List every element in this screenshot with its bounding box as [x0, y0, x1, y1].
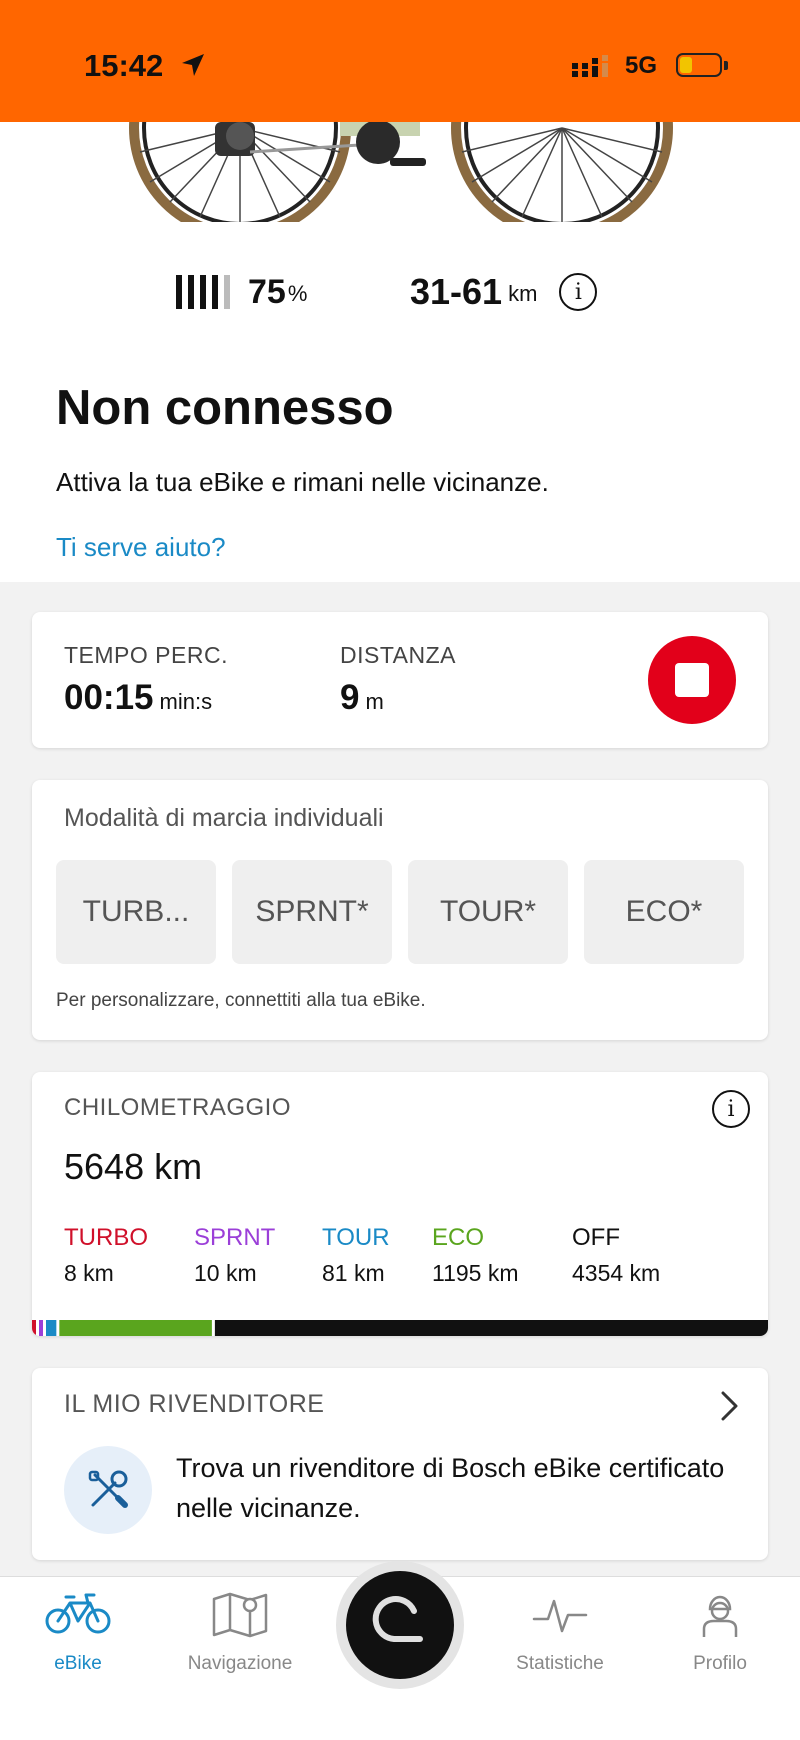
range-unit: km — [508, 281, 538, 306]
odometer-mode-sprint: SPRNT 10 km — [194, 1224, 275, 1287]
status-bar: 15:42 5G — [0, 0, 800, 122]
ride-time-unit: min:s — [159, 689, 213, 714]
chevron-right-icon — [721, 1391, 738, 1421]
status-time: 15:42 — [84, 48, 164, 83]
odometer-bar-segment-off — [214, 1320, 768, 1336]
battery-level-icon — [176, 275, 230, 309]
odometer-mode-name: ECO — [432, 1224, 485, 1251]
user-helmet-icon — [702, 1595, 738, 1637]
odometer-info-icon[interactable]: i — [712, 1090, 750, 1128]
tab-profile-label: Profilo — [693, 1653, 747, 1674]
signal-icon — [572, 55, 608, 77]
network-label: 5G — [625, 52, 658, 79]
map-pin-icon — [212, 1592, 268, 1638]
range-value: 31-61 — [410, 271, 503, 312]
location-arrow-icon — [182, 54, 204, 76]
ride-time: 00:15 min:s — [64, 678, 212, 718]
range-indicator: 31-61 km i — [410, 271, 598, 312]
mode-button-sprint[interactable]: SPRNT* — [232, 860, 392, 964]
ride-distance-unit: m — [365, 689, 384, 714]
stop-icon — [675, 663, 709, 697]
ride-distance-label: DISTANZA — [340, 642, 457, 668]
odometer-mode-km: 8 km — [64, 1260, 114, 1286]
tab-navigation-label: Navigazione — [187, 1653, 293, 1674]
odometer-mode-name: SPRNT — [194, 1224, 276, 1251]
ride-time-label: TEMPO PERC. — [64, 642, 228, 668]
ride-time-value: 00:15 — [64, 678, 154, 717]
bike-icon — [45, 1593, 111, 1634]
odometer-mode-km: 1195 km — [432, 1260, 519, 1286]
range-info-icon[interactable]: i — [559, 273, 598, 311]
odometer-mode-tour: TOUR 81 km — [322, 1224, 390, 1287]
odometer-mode-km: 10 km — [194, 1260, 257, 1286]
stop-ride-button[interactable] — [648, 636, 736, 724]
odometer-mode-name: TURBO — [64, 1224, 148, 1251]
ride-distance-value: 9 — [340, 678, 360, 717]
tab-ebike[interactable]: eBike — [8, 1577, 148, 1707]
ride-logo-icon — [372, 1596, 423, 1642]
bottom-tab-bar: eBike Navigazione Statistiche Profilo — [0, 1561, 800, 1740]
odometer-mode-km: 4354 km — [572, 1260, 661, 1286]
odometer-bar-segment-sprnt — [39, 1320, 43, 1336]
battery-indicator: 75 % — [176, 272, 307, 312]
odometer-mode-eco: ECO 1195 km — [432, 1224, 519, 1287]
odometer-mode-off: OFF 4354 km — [572, 1224, 660, 1287]
tab-statistics-label: Statistiche — [516, 1653, 604, 1674]
odometer-bar-segment-turbo — [32, 1320, 36, 1336]
odometer-title: CHILOMETRAGGIO — [64, 1094, 292, 1121]
bike-overview: 75 % 31-61 km i Non connesso Attiva la t… — [0, 122, 800, 582]
odometer-total: 5648 km — [64, 1146, 203, 1187]
odometer-card: CHILOMETRAGGIO i 5648 km TURBO 8 km SPRN… — [32, 1072, 768, 1336]
battery-percent: 75 — [248, 272, 286, 311]
tools-icon — [64, 1446, 152, 1534]
ride-distance: 9m — [340, 678, 384, 718]
tab-navigation[interactable]: Navigazione — [170, 1577, 310, 1707]
help-link[interactable]: Ti serve aiuto? — [56, 532, 226, 563]
dealer-title: IL MIO RIVENDITORE — [64, 1390, 325, 1418]
odometer-mode-km: 81 km — [322, 1260, 385, 1286]
tab-ebike-label: eBike — [54, 1653, 102, 1674]
odometer-distribution-bar — [32, 1320, 768, 1336]
mode-button-tour[interactable]: TOUR* — [408, 860, 568, 964]
battery-unit: % — [287, 281, 308, 306]
ride-card: TEMPO PERC. 00:15 min:s DISTANZA 9m — [32, 612, 768, 748]
dealer-text: Trova un rivenditore di Bosch eBike cert… — [176, 1453, 725, 1523]
battery-icon — [676, 53, 722, 77]
tab-profile[interactable]: Profilo — [650, 1577, 790, 1707]
modes-note: Per personalizzare, connettiti alla tua … — [56, 990, 426, 1011]
riding-modes-card: Modalità di marcia individuali TURB... S… — [32, 780, 768, 1040]
connection-subtitle: Attiva la tua eBike e rimani nelle vicin… — [56, 467, 549, 497]
ride-center-button[interactable] — [336, 1561, 464, 1689]
odometer-mode-name: TOUR — [322, 1224, 390, 1251]
odometer-bar-segment-eco — [59, 1320, 212, 1336]
odometer-bar-segment-tour — [46, 1320, 57, 1336]
odometer-mode-name: OFF — [572, 1224, 620, 1251]
bike-image — [129, 122, 673, 222]
dealer-card[interactable]: IL MIO RIVENDITORE Trova un rivenditore … — [32, 1368, 768, 1560]
mode-button-eco[interactable]: ECO* — [584, 860, 744, 964]
mode-button-turbo[interactable]: TURB... — [56, 860, 216, 964]
activity-icon — [532, 1599, 588, 1633]
tab-statistics[interactable]: Statistiche — [490, 1577, 630, 1707]
odometer-mode-turbo: TURBO 8 km — [64, 1224, 148, 1287]
modes-title: Modalità di marcia individuali — [64, 804, 384, 832]
connection-title: Non connesso — [56, 381, 394, 435]
